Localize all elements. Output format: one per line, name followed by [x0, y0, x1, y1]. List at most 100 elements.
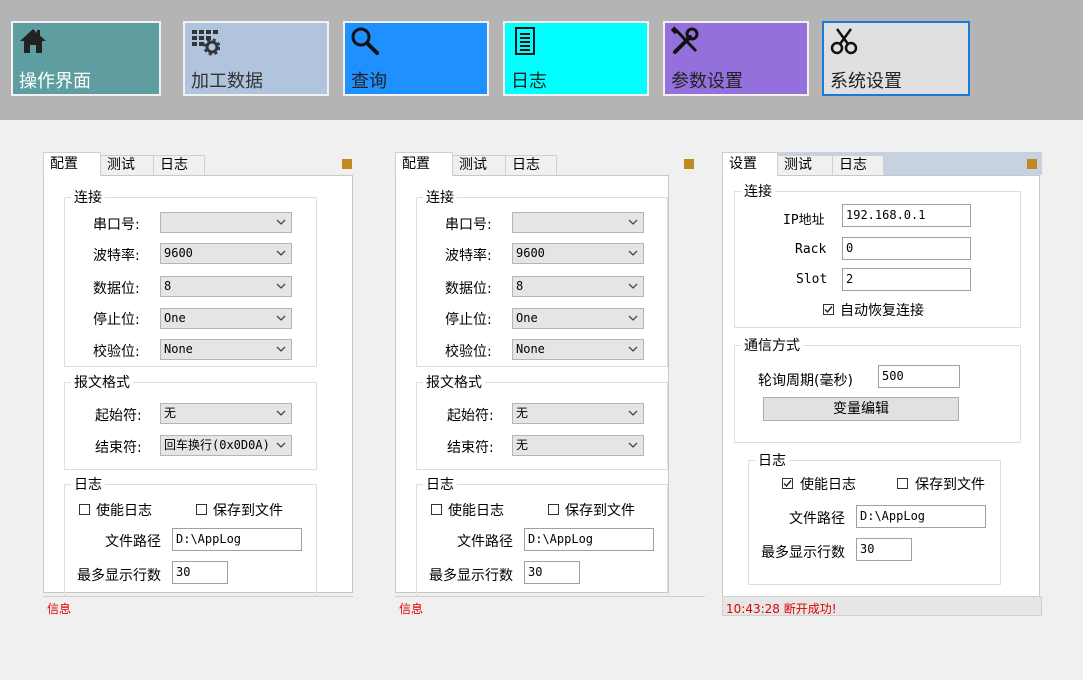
- connection-group: 连接 串口号: 波特率: 9600 数据位: 8 停止位: One 校验位: N…: [416, 187, 668, 367]
- port-combo[interactable]: [512, 212, 644, 233]
- max-lines-label: 最多显示行数: [761, 545, 845, 561]
- scissors-icon: [830, 28, 858, 55]
- start-char-label: 起始符:: [95, 408, 142, 424]
- parity-combo[interactable]: None: [512, 339, 644, 360]
- ip-label: IP地址: [783, 213, 825, 228]
- databits-combo[interactable]: 8: [512, 276, 644, 297]
- file-path-input[interactable]: D:\AppLog: [524, 528, 654, 551]
- tab-log[interactable]: 日志: [832, 155, 884, 175]
- group-title: 通信方式: [741, 335, 803, 355]
- parity-combo[interactable]: None: [160, 339, 292, 360]
- chevron-down-icon: [628, 283, 638, 289]
- checkmark-icon: [783, 480, 792, 488]
- group-title: 连接: [741, 181, 775, 201]
- stopbits-label: 停止位:: [445, 312, 492, 328]
- tab-config[interactable]: 配置: [43, 152, 101, 176]
- end-char-combo[interactable]: 回车换行(0x0D0A): [160, 435, 292, 456]
- tab-test[interactable]: 测试: [777, 155, 833, 175]
- file-path-label: 文件路径: [789, 511, 845, 527]
- port-combo[interactable]: [160, 212, 292, 233]
- tab-test[interactable]: 测试: [100, 155, 154, 175]
- status-divider: [395, 596, 705, 597]
- start-char-combo[interactable]: 无: [160, 403, 292, 424]
- baud-label: 波特率:: [93, 248, 140, 264]
- save-file-label: 保存到文件: [565, 503, 635, 519]
- status-text: 信息: [47, 602, 72, 616]
- tab-log[interactable]: 日志: [153, 155, 205, 175]
- databits-label: 数据位:: [445, 281, 492, 297]
- nav-label: 加工数据: [191, 71, 263, 92]
- tab-strip: 设置 测试 日志: [722, 152, 1042, 176]
- ip-input[interactable]: 192.168.0.1: [842, 204, 971, 227]
- save-file-label: 保存到文件: [213, 503, 283, 519]
- status-divider: [43, 596, 353, 597]
- status-text: 10:43:28 断开成功!: [726, 602, 837, 616]
- enable-log-checkbox[interactable]: [79, 504, 90, 515]
- max-lines-input[interactable]: 30: [856, 538, 912, 561]
- tab-log[interactable]: 日志: [505, 155, 557, 175]
- chevron-down-icon: [276, 283, 286, 289]
- tab-settings[interactable]: 设置: [722, 152, 778, 176]
- auto-reconnect-checkbox[interactable]: [823, 304, 834, 315]
- tab-page: 连接 串口号: 波特率: 9600 数据位: 8 停止位: One 校验位: N…: [395, 175, 669, 596]
- group-title: 日志: [423, 474, 457, 494]
- tab-test[interactable]: 测试: [452, 155, 506, 175]
- databits-combo[interactable]: 8: [160, 276, 292, 297]
- save-file-checkbox[interactable]: [548, 504, 559, 515]
- grid-gear-icon: [192, 30, 220, 56]
- poll-period-input[interactable]: 500: [878, 365, 960, 388]
- stopbits-label: 停止位:: [93, 312, 140, 328]
- max-lines-input[interactable]: 30: [524, 561, 580, 584]
- slot-label: Slot: [796, 272, 828, 287]
- start-char-combo[interactable]: 无: [512, 403, 644, 424]
- max-lines-label: 最多显示行数: [77, 568, 161, 584]
- enable-log-checkbox[interactable]: [782, 478, 793, 489]
- log-group: 日志 使能日志 保存到文件 文件路径 D:\AppLog 最多显示行数 30: [416, 474, 668, 596]
- parity-label: 校验位:: [93, 344, 140, 360]
- chevron-down-icon: [628, 346, 638, 352]
- enable-log-label: 使能日志: [800, 477, 856, 493]
- document-icon: [515, 27, 535, 55]
- variable-edit-button[interactable]: 变量编辑: [763, 397, 959, 421]
- rack-input[interactable]: 0: [842, 237, 971, 260]
- home-icon: [20, 29, 46, 53]
- connection-group: 连接 串口号: 波特率: 9600 数据位: 8 停止位: One 校验位: N…: [64, 187, 317, 367]
- tab-config[interactable]: 配置: [395, 152, 453, 176]
- nav-log-button[interactable]: 日志: [503, 21, 649, 96]
- group-title: 报文格式: [423, 372, 485, 392]
- databits-label: 数据位:: [93, 281, 140, 297]
- tools-icon: [670, 26, 699, 54]
- group-title: 日志: [755, 450, 789, 470]
- group-title: 连接: [71, 187, 105, 207]
- baud-combo[interactable]: 9600: [512, 243, 644, 264]
- file-path-input[interactable]: D:\AppLog: [856, 505, 986, 528]
- slot-input[interactable]: 2: [842, 268, 971, 291]
- stopbits-combo[interactable]: One: [160, 308, 292, 329]
- nav-query-button[interactable]: 查询: [343, 21, 489, 96]
- stopbits-combo[interactable]: One: [512, 308, 644, 329]
- auto-reconnect-label: 自动恢复连接: [840, 303, 924, 319]
- nav-system-button[interactable]: 系统设置: [822, 21, 970, 96]
- nav-params-button[interactable]: 参数设置: [663, 21, 809, 96]
- nav-operation-button[interactable]: 操作界面: [11, 21, 161, 96]
- chevron-down-icon: [276, 315, 286, 321]
- end-char-combo[interactable]: 无: [512, 435, 644, 456]
- nav-process-data-button[interactable]: 加工数据: [183, 21, 329, 96]
- enable-log-checkbox[interactable]: [431, 504, 442, 515]
- port-label: 串口号:: [93, 217, 140, 233]
- save-file-checkbox[interactable]: [897, 478, 908, 489]
- status-indicator: [1027, 159, 1037, 169]
- baud-combo[interactable]: 9600: [160, 243, 292, 264]
- log-group: 日志 使能日志 保存到文件 文件路径 D:\AppLog 最多显示行数 30: [64, 474, 317, 596]
- baud-label: 波特率:: [445, 248, 492, 264]
- enable-log-label: 使能日志: [448, 503, 504, 519]
- chevron-down-icon: [628, 410, 638, 416]
- file-path-input[interactable]: D:\AppLog: [172, 528, 302, 551]
- rack-label: Rack: [795, 242, 827, 257]
- group-title: 连接: [423, 187, 457, 207]
- nav-label: 操作界面: [19, 71, 91, 92]
- max-lines-input[interactable]: 30: [172, 561, 228, 584]
- log-group: 日志 使能日志 保存到文件 文件路径 D:\AppLog 最多显示行数 30: [748, 450, 1001, 585]
- save-file-checkbox[interactable]: [196, 504, 207, 515]
- file-path-label: 文件路径: [457, 534, 513, 550]
